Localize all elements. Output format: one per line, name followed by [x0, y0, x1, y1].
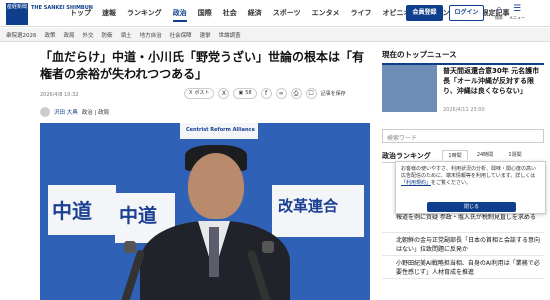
- nav-item[interactable]: エンタメ: [312, 8, 340, 22]
- ranking-item[interactable]: 小野田紀美AI戦略担当相、自身のAI利用は「業務で必要性感じず」人材育成を推進: [382, 256, 544, 279]
- subnav-item[interactable]: 防衛: [102, 31, 113, 39]
- top-navigation: 産経新聞 THE SANKEI SHIMBUN トップ 速報 ランキング 政治 国際 社会…: [0, 0, 550, 27]
- print-icon[interactable]: ⎙: [290, 88, 302, 99]
- sankei-logo[interactable]: 産経新聞: [6, 3, 28, 25]
- article-headline: 「血だらけ」中道・小川氏「野党うざい」世論の根本は「有権者の余裕が失われつつある…: [40, 50, 365, 81]
- article-timestamp: 2026/4/8 10:32: [40, 92, 79, 98]
- nav-item[interactable]: ライフ: [350, 8, 371, 22]
- post-label: ポスト: [194, 90, 210, 96]
- share-count: 58: [245, 90, 252, 96]
- search-input[interactable]: 検索ワード: [382, 129, 544, 143]
- tab-1-hour[interactable]: 1時間: [442, 150, 468, 160]
- speaker-tie: [209, 227, 219, 277]
- ranking-text: 小野田紀美AI戦略担当相、自身のAI利用は「業務で必要性感じず」人材育成を推進: [396, 260, 540, 276]
- share-toolbar: X ポスト X ▣ 58 f ∞ ⎙ ☐ 記事を保存: [184, 88, 346, 99]
- search-button[interactable]: ⌕ 検索: [492, 4, 506, 22]
- subnav-item[interactable]: 選挙: [200, 31, 211, 39]
- top-news-headline[interactable]: 普天間返還合意30年 元名護市長「オール沖縄が反対する限り、沖縄は良くならない」: [443, 66, 543, 96]
- author-row: 沢田 大典 政治 | 政局: [40, 107, 109, 117]
- nav-item[interactable]: 国際: [198, 8, 212, 22]
- sign-text-right: 改革連合: [278, 197, 339, 215]
- bookmark-icon: ▣: [238, 90, 244, 96]
- author-avatar: [40, 107, 50, 117]
- x-icon: X: [189, 90, 193, 96]
- nav-item[interactable]: 速報: [102, 8, 116, 22]
- subnav-item[interactable]: 外交: [83, 31, 94, 39]
- sub-navigation: 衆院選2026 政策 政局 外交 防衛 領土 地方自治 社会保障 選挙 世論調査: [0, 28, 550, 42]
- share-count-button[interactable]: ▣ 58: [233, 88, 257, 99]
- article-photo: 中道 Centrist Reform Alliance 中道 改革連合: [40, 123, 370, 300]
- subnav-item[interactable]: 社会保障: [170, 31, 192, 39]
- tab-24-hours[interactable]: 24時間: [472, 150, 498, 160]
- save-article-label[interactable]: 記事を保存: [321, 90, 346, 97]
- consent-close-button[interactable]: 閉じる: [427, 202, 516, 212]
- top-news-title: 現在のトップニュース: [382, 49, 544, 65]
- ranking-list: 報道を例に質疑 参政・塩入氏が税制見直しを求める 北朝鮮の金与正党副部長「日本の…: [382, 210, 544, 279]
- search-icon: ⌕: [496, 4, 502, 14]
- ranking-text: 北朝鮮の金与正党副部長「日本の首相と会談する意向はない」拉致問題に反発か: [396, 237, 541, 253]
- ranking-item[interactable]: 北朝鮮の金与正党副部長「日本の首相と会談する意向はない」拉致問題に反発か: [382, 233, 544, 256]
- link-icon[interactable]: ∞: [275, 88, 287, 99]
- subnav-item[interactable]: 世論調査: [219, 31, 241, 39]
- nav-item[interactable]: ランキング: [127, 8, 162, 22]
- author-name[interactable]: 沢田 大典: [54, 108, 78, 116]
- login-button[interactable]: ログイン: [449, 5, 484, 21]
- nav-item[interactable]: 政治: [172, 8, 187, 22]
- microphone-left-head: [124, 241, 136, 253]
- top-news-time: 2026/4/11 23:00: [443, 107, 485, 113]
- consent-text-end: をご覧ください。: [431, 180, 472, 186]
- cookie-consent-popup: お客様の使いやすさ、利用状況の分析、興味・関心度の高い広告配信のために、端末情報…: [395, 161, 546, 214]
- photo-sign-top: Centrist Reform Alliance: [180, 123, 258, 139]
- nav-item[interactable]: 社会: [223, 8, 237, 22]
- subnav-item[interactable]: 政策: [45, 31, 56, 39]
- tab-1-week[interactable]: 1週間: [502, 150, 528, 160]
- subnav-item[interactable]: 地方自治: [140, 31, 162, 39]
- ranking-text: 報道を例に質疑 参政・塩入氏が税制見直しを求める: [396, 214, 536, 221]
- top-news-thumbnail[interactable]: [382, 65, 437, 112]
- terms-link[interactable]: 「利用規約」: [401, 180, 431, 186]
- ranking-title: 政治ランキング: [382, 152, 431, 160]
- x-share-icon[interactable]: X: [218, 88, 230, 99]
- subnav-links: 衆院選2026 政策 政局 外交 防衛 領土 地方自治 社会保障 選挙 世論調査: [6, 31, 241, 39]
- facebook-icon[interactable]: f: [260, 88, 272, 99]
- sign-caption-top: Centrist Reform Alliance: [186, 127, 255, 133]
- subnav-item[interactable]: 領土: [121, 31, 132, 39]
- member-register-button[interactable]: 会員登録: [406, 5, 443, 21]
- main-nav: トップ速報ランキング政治国際社会経済スポーツエンタメライフオピニオンイベント会員…: [70, 8, 509, 22]
- article-categories[interactable]: 政治 | 政局: [82, 108, 109, 116]
- subnav-item[interactable]: 衆院選2026: [6, 31, 37, 39]
- microphone-right-head: [262, 241, 274, 253]
- menu-label: メニュー: [509, 15, 525, 20]
- search-label: 検索: [495, 15, 503, 20]
- sidebar: 現在のトップニュース 普天間返還合意30年 元名護市長「オール沖縄が反対する限り…: [382, 49, 544, 279]
- nav-item[interactable]: トップ: [70, 8, 91, 22]
- menu-button[interactable]: ☰ メニュー: [509, 4, 525, 22]
- subnav-item[interactable]: 政局: [64, 31, 75, 39]
- consent-text: お客様の使いやすさ、利用状況の分析、興味・関心度の高い広告配信のために、端末情報…: [401, 166, 537, 179]
- nav-item[interactable]: スポーツ: [273, 8, 301, 22]
- nav-item[interactable]: 経済: [248, 8, 262, 22]
- hamburger-menu-icon: ☰: [512, 4, 522, 14]
- save-icon[interactable]: ☐: [305, 88, 317, 99]
- sign-text-left: 中道: [52, 199, 92, 223]
- x-post-button[interactable]: X ポスト: [184, 88, 215, 99]
- photo-sign-left: 中道: [48, 185, 116, 235]
- speaker-face: [188, 153, 244, 219]
- sign-text-center: 中道: [119, 205, 158, 227]
- photo-sign-right: 改革連合: [272, 185, 364, 237]
